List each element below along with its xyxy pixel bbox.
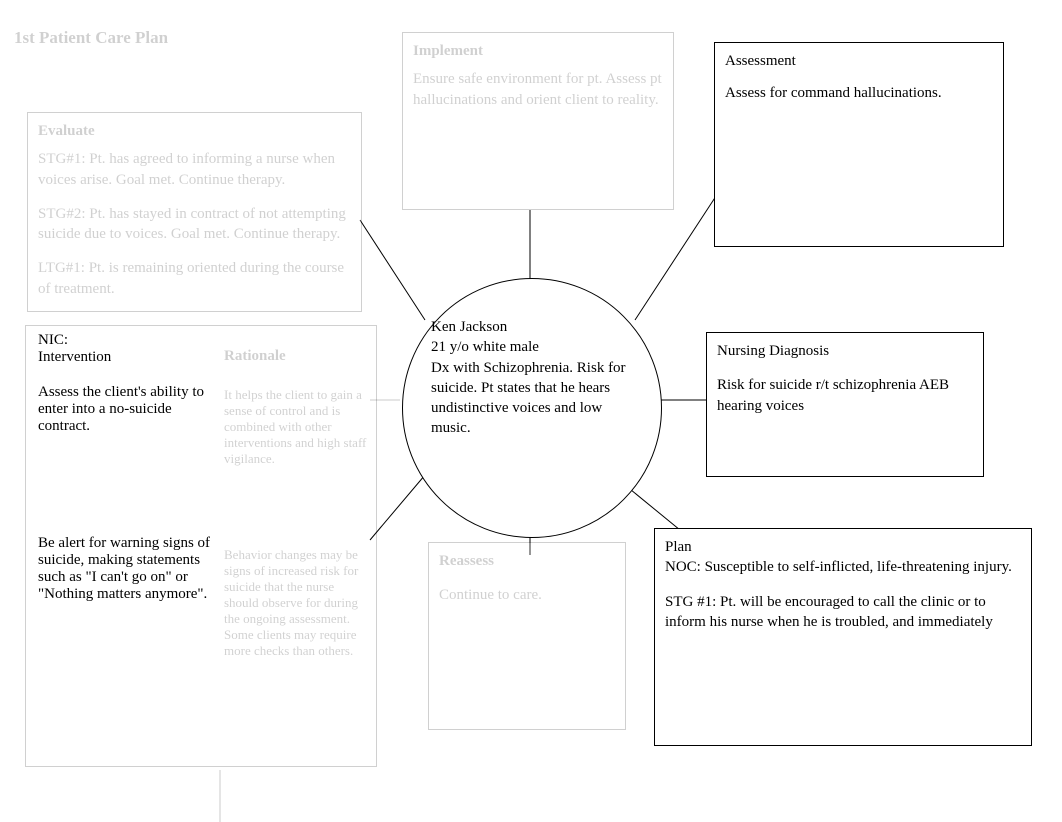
plan-noc: NOC: Susceptible to self-inflicted, life…: [665, 557, 1021, 577]
nic-sub: Intervention: [38, 349, 218, 366]
evaluate-heading: Evaluate: [38, 121, 351, 141]
implement-body: Ensure safe environment for pt. Assess p…: [413, 69, 663, 110]
plan-box: Plan NOC: Susceptible to self-inflicted,…: [654, 528, 1032, 746]
nursing-diagnosis-box: Nursing Diagnosis Risk for suicide r/t s…: [706, 332, 984, 477]
plan-stg1: STG #1: Pt. will be encouraged to call t…: [665, 592, 1021, 633]
patient-center: Ken Jackson 21 y/o white male Dx with Sc…: [402, 278, 662, 538]
evaluate-ltg1: LTG#1: Pt. is remaining oriented during …: [38, 258, 351, 299]
assessment-box: Assessment Assess for command hallucinat…: [714, 42, 1004, 247]
implement-heading: Implement: [413, 41, 663, 61]
nursing-diagnosis-heading: Nursing Diagnosis: [717, 341, 973, 361]
plan-heading: Plan: [665, 537, 1021, 557]
nic-column: NIC: Intervention Assess the client's ab…: [38, 332, 218, 603]
reassess-box: Reassess Continue to care.: [428, 542, 626, 730]
patient-summary: Dx with Schizophrenia. Risk for suicide.…: [431, 358, 633, 439]
evaluate-stg2: STG#2: Pt. has stayed in contract of not…: [38, 204, 351, 245]
patient-demo: 21 y/o white male: [431, 337, 633, 357]
nursing-diagnosis-body: Risk for suicide r/t schizophrenia AEB h…: [717, 375, 973, 416]
assessment-body: Assess for command hallucinations.: [725, 83, 993, 103]
assessment-heading: Assessment: [725, 51, 993, 71]
reassess-body: Continue to care.: [439, 585, 615, 605]
nic-heading: NIC:: [38, 332, 218, 349]
rationale-column: Rationale It helps the client to gain a …: [224, 348, 369, 659]
implement-box: Implement Ensure safe environment for pt…: [402, 32, 674, 210]
plan-title: 1st Patient Care Plan: [14, 28, 168, 48]
evaluate-box: Evaluate STG#1: Pt. has agreed to inform…: [27, 112, 362, 312]
rationale-r2: Behavior changes may be signs of increas…: [224, 547, 369, 659]
rationale-heading: Rationale: [224, 348, 369, 365]
reassess-heading: Reassess: [439, 551, 615, 571]
evaluate-stg1: STG#1: Pt. has agreed to informing a nur…: [38, 149, 351, 190]
nic-p2: Be alert for warning signs of suicide, m…: [38, 535, 218, 603]
rationale-r1: It helps the client to gain a sense of c…: [224, 387, 369, 467]
patient-name: Ken Jackson: [431, 317, 633, 337]
nic-p1: Assess the client's ability to enter int…: [38, 384, 218, 435]
